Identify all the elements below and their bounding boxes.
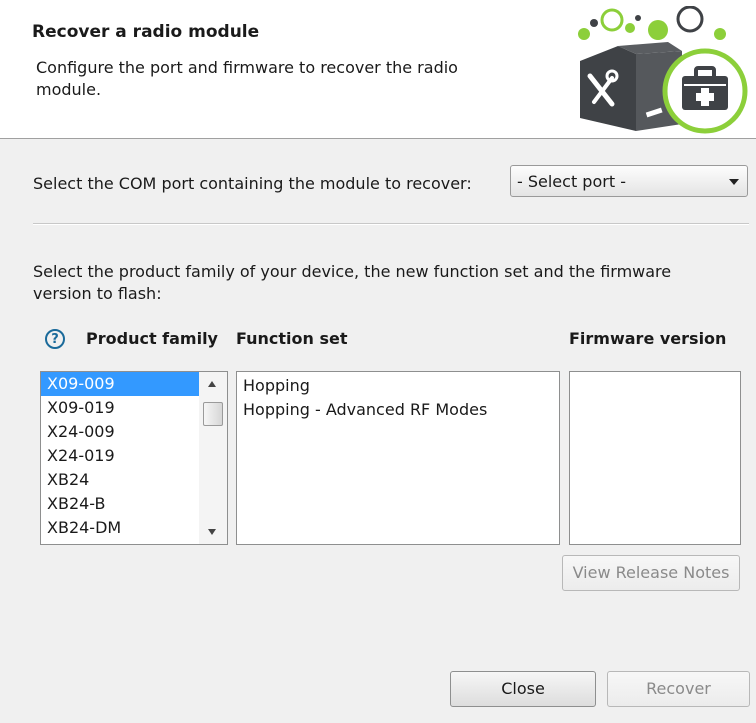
com-port-value: - Select port - — [517, 172, 626, 191]
view-release-notes-button[interactable]: View Release Notes — [562, 555, 740, 591]
product-family-list[interactable]: X09-009 X09-019 X24-009 X24-019 XB24 XB24-B XB… — [40, 371, 228, 545]
recover-button[interactable]: Recover — [607, 671, 750, 707]
function-set-item[interactable]: Hopping - Advanced RF Modes — [237, 398, 487, 422]
chevron-down-icon — [729, 179, 739, 185]
product-family-item[interactable]: X24-019 — [41, 444, 199, 468]
scroll-up-icon[interactable] — [208, 381, 216, 387]
product-family-scrollbar[interactable] — [199, 372, 227, 544]
dialog-description: Configure the port and firmware to recov… — [36, 58, 458, 99]
function-set-items: Hopping Hopping - Advanced RF Modes — [237, 374, 487, 422]
dialog-title: Recover a radio module — [32, 22, 260, 42]
product-family-item[interactable]: X09-019 — [41, 396, 199, 420]
dialog-body: Select the COM port containing the modul… — [0, 139, 756, 723]
close-button[interactable]: Close — [450, 671, 596, 707]
product-family-item[interactable]: X09-009 — [41, 372, 199, 396]
product-family-item[interactable]: XB24 — [41, 468, 199, 492]
help-icon[interactable]: ? — [45, 329, 65, 349]
product-family-item[interactable]: XB24-B — [41, 492, 199, 516]
firmware-version-list[interactable] — [569, 371, 741, 545]
family-instruction: Select the product family of your device… — [33, 262, 672, 303]
divider — [33, 223, 749, 225]
com-port-select[interactable]: - Select port - — [510, 165, 748, 197]
product-family-items: X09-009 X09-019 X24-009 X24-019 XB24 XB24-B XB… — [41, 372, 199, 540]
function-set-item[interactable]: Hopping — [237, 374, 487, 398]
product-family-item[interactable]: X24-009 — [41, 420, 199, 444]
com-port-label: Select the COM port containing the modul… — [33, 174, 472, 193]
function-set-header: Function set — [236, 329, 348, 348]
function-set-list[interactable]: Hopping Hopping - Advanced RF Modes — [236, 371, 560, 545]
product-family-header: Product family — [86, 329, 218, 348]
firmware-version-header: Firmware version — [569, 329, 727, 348]
scroll-thumb[interactable] — [203, 402, 223, 426]
recovery-logo — [578, 6, 748, 134]
toolbox-icon — [662, 48, 748, 134]
scroll-down-icon[interactable] — [208, 529, 216, 535]
dialog-header: Recover a radio module Configure the por… — [0, 0, 756, 139]
product-family-item[interactable]: XB24-DM — [41, 516, 199, 540]
